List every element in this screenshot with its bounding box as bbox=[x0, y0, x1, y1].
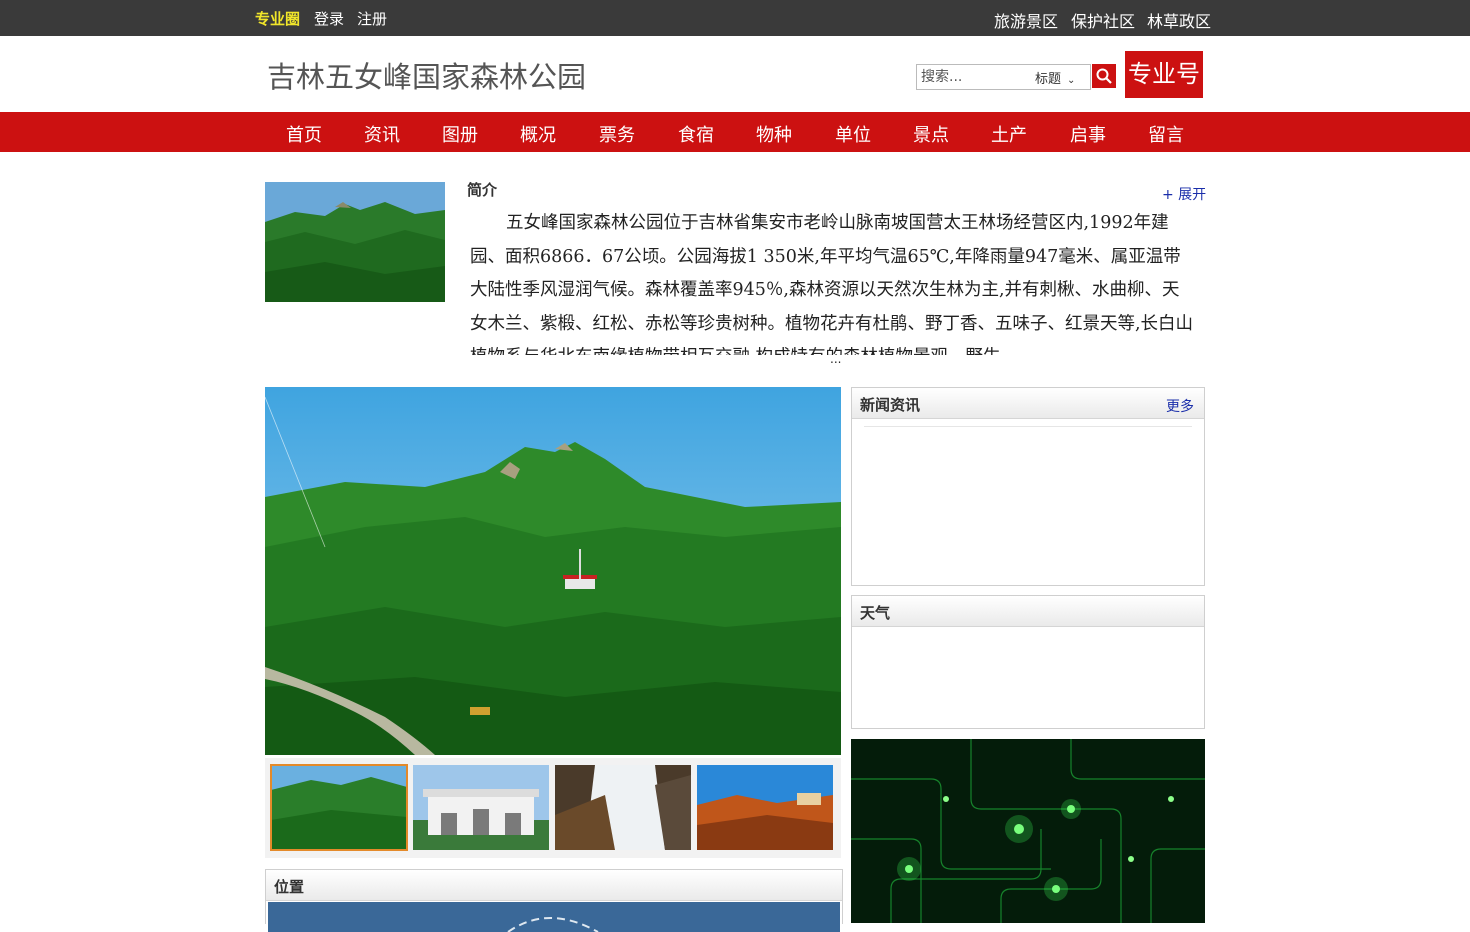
search-box: 标题 ⌄ bbox=[916, 64, 1091, 90]
link-forestry-region[interactable]: 林草政区 bbox=[1147, 8, 1211, 32]
news-panel-header: 新闻资讯 更多 bbox=[852, 388, 1204, 419]
location-panel: 位置 bbox=[265, 869, 843, 932]
nav-item-overview[interactable]: 概况 bbox=[520, 121, 556, 147]
intro-title: 简介 bbox=[467, 181, 498, 199]
pro-account-badge[interactable]: 专业号 bbox=[1125, 51, 1203, 98]
brand-link[interactable]: 专业圈 bbox=[255, 8, 300, 29]
weather-panel-title: 天气 bbox=[860, 604, 891, 622]
chevron-down-icon: ⌄ bbox=[1067, 75, 1076, 86]
nav-item-home[interactable]: 首页 bbox=[286, 121, 322, 147]
nav-item-gallery[interactable]: 图册 bbox=[442, 121, 478, 147]
divider bbox=[864, 426, 1192, 427]
top-bar: 专业圈 登录 注册 旅游景区 保护社区 林草政区 bbox=[0, 0, 1470, 36]
intro-expand-link[interactable]: + 展开 bbox=[1162, 184, 1206, 204]
intro-ellipsis: ... bbox=[830, 352, 842, 366]
search-scope-label: 标题 bbox=[1035, 72, 1062, 87]
nav-item-news[interactable]: 资讯 bbox=[364, 121, 400, 147]
nav-item-tickets[interactable]: 票务 bbox=[599, 121, 635, 147]
news-more-link[interactable]: 更多 bbox=[1166, 396, 1194, 416]
nav-item-units[interactable]: 单位 bbox=[835, 121, 871, 147]
nav-item-products[interactable]: 土产 bbox=[991, 121, 1027, 147]
weather-panel: 天气 bbox=[851, 595, 1205, 729]
search-icon bbox=[1096, 68, 1112, 84]
intro-text: 五女峰国家森林公园位于吉林省集安市老岭山脉南坡国营太王林场经营区内,1992年建… bbox=[470, 213, 1194, 355]
thumbnail-item[interactable] bbox=[270, 764, 408, 851]
location-panel-title: 位置 bbox=[274, 878, 305, 896]
location-map[interactable] bbox=[268, 902, 840, 932]
thumbnail-item[interactable] bbox=[413, 765, 549, 850]
news-panel: 新闻资讯 更多 bbox=[851, 387, 1205, 586]
search-input[interactable] bbox=[921, 67, 1029, 86]
intro-thumbnail[interactable] bbox=[265, 182, 445, 302]
thumbnail-item[interactable] bbox=[555, 765, 691, 850]
ad-banner[interactable] bbox=[851, 739, 1205, 923]
link-tourist-area[interactable]: 旅游景区 bbox=[994, 8, 1058, 32]
login-link[interactable]: 登录 bbox=[314, 8, 344, 29]
nav-item-species[interactable]: 物种 bbox=[756, 121, 792, 147]
link-protection-community[interactable]: 保护社区 bbox=[1071, 8, 1135, 32]
search-scope-select[interactable]: 标题 ⌄ bbox=[1035, 68, 1075, 87]
location-panel-header: 位置 bbox=[266, 870, 842, 901]
main-photo[interactable] bbox=[265, 387, 841, 755]
main-nav: 首页 资讯 图册 概况 票务 食宿 物种 单位 景点 土产 启事 留言 bbox=[0, 112, 1470, 152]
thumbnail-strip bbox=[265, 758, 841, 858]
search-button[interactable] bbox=[1092, 64, 1116, 88]
register-link[interactable]: 注册 bbox=[357, 8, 387, 29]
nav-item-lodging[interactable]: 食宿 bbox=[678, 121, 714, 147]
weather-panel-header: 天气 bbox=[852, 596, 1204, 627]
nav-item-attractions[interactable]: 景点 bbox=[913, 121, 949, 147]
nav-item-messages[interactable]: 留言 bbox=[1148, 121, 1184, 147]
news-panel-title: 新闻资讯 bbox=[860, 396, 921, 414]
nav-item-notices[interactable]: 启事 bbox=[1070, 121, 1106, 147]
thumbnail-item[interactable] bbox=[697, 765, 833, 850]
site-title[interactable]: 吉林五女峰国家森林公园 bbox=[267, 54, 586, 96]
